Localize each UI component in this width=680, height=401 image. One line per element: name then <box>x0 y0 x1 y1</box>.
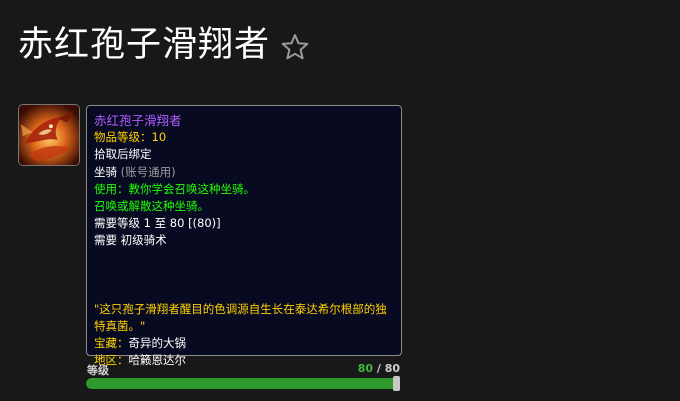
item-type-row: 坐骑 (账号通用) <box>94 164 394 181</box>
item-type: 坐骑 <box>94 164 117 179</box>
flavor-text: "这只孢子滑翔者醒目的色调源自生长在泰达希尔根部的独特真菌。" <box>94 301 387 333</box>
item-level-row: 物品等级：10 <box>94 129 394 146</box>
item-name: 赤红孢子滑翔者 <box>94 113 182 128</box>
item-level-value: 10 <box>151 130 167 145</box>
level-label: 等级 <box>87 364 109 377</box>
item-level-label: 物品等级： <box>94 130 152 145</box>
level-value: 80 / 80 <box>358 362 400 375</box>
use-text: 使用：教你学会召唤这种坐骑。 <box>94 181 255 196</box>
binding-text: 拾取后绑定 <box>94 147 152 162</box>
level-max: 80 <box>384 362 400 375</box>
level-slider-handle[interactable] <box>393 376 400 391</box>
tooltip-spacer <box>94 250 394 301</box>
summon-text: 召唤或解散这种坐骑。 <box>94 199 209 214</box>
source-row: 宝藏：奇异的大锅 <box>94 335 394 352</box>
source-label: 宝藏： <box>94 336 129 351</box>
star-outline-icon[interactable] <box>280 32 310 62</box>
level-slider-track[interactable] <box>86 378 400 389</box>
title-row: 赤红孢子滑翔者 <box>18 20 310 70</box>
zone-row: 地区：哈籁恩达尔 <box>94 352 394 369</box>
page-title: 赤红孢子滑翔者 <box>18 25 271 65</box>
item-tooltip: 赤红孢子滑翔者 物品等级：10 拾取后绑定 坐骑 (账号通用) 使用：教你学会召… <box>86 105 402 367</box>
required-level: 需要等级 1 至 80 [(80)] <box>94 216 221 231</box>
item-icon[interactable] <box>18 104 80 166</box>
source-value[interactable]: 奇异的大锅 <box>129 336 187 350</box>
level-current: 80 <box>357 362 373 375</box>
zone-value[interactable]: 哈籁恩达尔 <box>129 353 187 367</box>
level-separator: / <box>373 362 385 375</box>
required-skill: 需要 初级骑术 <box>94 233 167 248</box>
level-slider-fill <box>86 378 400 389</box>
red-spore-glider-icon <box>19 105 79 165</box>
item-type-note: (账号通用) <box>120 164 176 179</box>
